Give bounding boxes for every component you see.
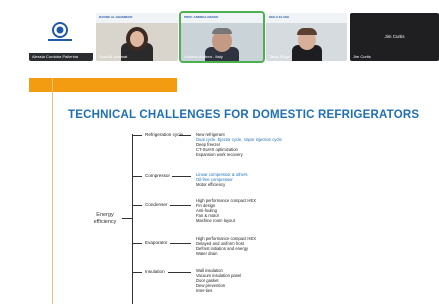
participant-tile[interactable]: Jim Curtis Jim Curtis [350, 13, 439, 61]
participant-tile[interactable]: DAVIDE AL-SHAMMARI Scali Al-Ansarat [96, 13, 178, 61]
participant-name: Tanja Kluge [269, 54, 290, 59]
participant-banner: PROF. ANDREA AIESSO [184, 15, 219, 19]
participant-banner: KEILA KLUGE [269, 15, 290, 19]
tree-root-link [122, 218, 132, 219]
participant-name: Scali Al-Ansarat [99, 54, 128, 59]
participant-banner: DAVIDE AL-SHAMMARI [99, 15, 133, 19]
branch-item: Inter-ties [196, 288, 213, 293]
participant-tile[interactable]: KEILA KLUGE Tanja Kluge [266, 13, 347, 61]
participant-tile[interactable]: PROF. ANDREA AIESSO Luciano Andrea - Ita… [179, 11, 265, 63]
branch-item: Expansion work recovery [196, 152, 243, 157]
tree-root-label: Energy efficiency [93, 212, 117, 225]
branch-item: Water drain [196, 251, 218, 256]
slide-title: TECHNICAL CHALLENGES FOR DOMESTIC REFRIG… [68, 109, 420, 121]
participant-name: Jim Curtis [353, 54, 371, 59]
shared-slide [29, 66, 439, 304]
tree-trunk [132, 134, 133, 304]
participant-name: Alessia Cordoba Pallerina [32, 54, 79, 59]
branch-label: Evaporator [145, 240, 168, 245]
branch-item: Machine room layout [196, 218, 235, 223]
branch-label: Insulation [145, 269, 165, 274]
participant-name: Luciano Andrea - Italy [184, 54, 223, 59]
participant-name-center: Jim Curtis [384, 34, 405, 39]
branch-label: Refrigeration cycle [145, 132, 184, 137]
slide-margin-line [52, 78, 53, 304]
participant-tile[interactable]: Alessia Cordoba Pallerina [29, 13, 93, 61]
branch-label: Condenser [145, 202, 168, 207]
branch-item: Motor efficiency [196, 182, 226, 187]
branch-label: Compressor [145, 173, 171, 178]
participant-strip: Alessia Cordoba Pallerina DAVIDE AL-SHAM… [0, 0, 439, 66]
organization-logo [45, 21, 75, 43]
